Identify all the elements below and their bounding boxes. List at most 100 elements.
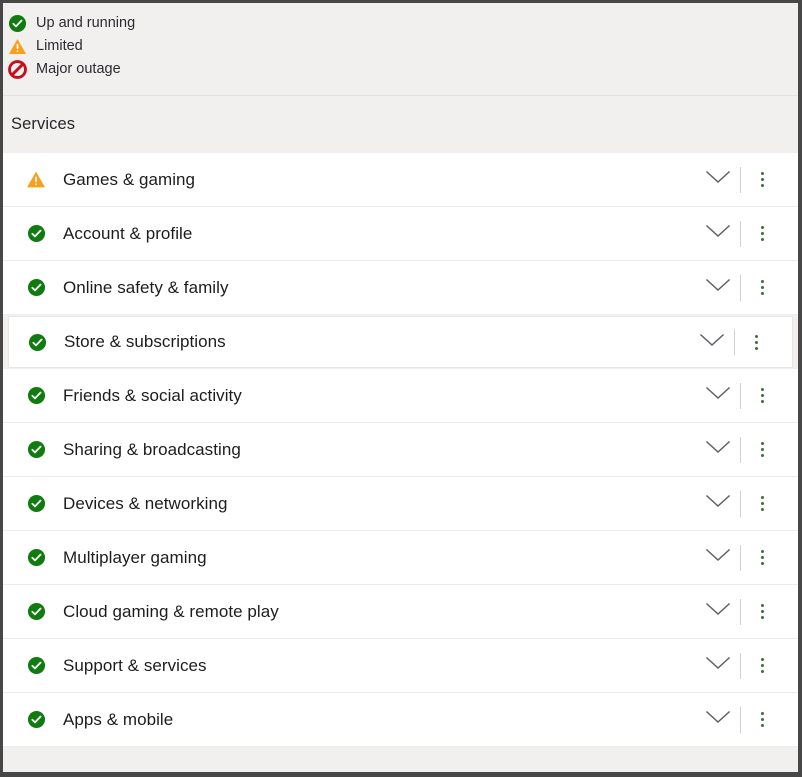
legend-item: Up and running [3,12,798,35]
row-overflow-menu-button[interactable] [741,531,784,584]
check-circle-icon [8,14,27,33]
kebab-menu-icon [761,550,764,565]
chevron-down-icon [705,385,731,406]
check-circle-icon [25,223,47,245]
service-row-actions [690,317,792,367]
row-overflow-menu-button[interactable] [741,423,784,476]
check-circle-icon [25,655,47,677]
service-row-actions [696,369,798,422]
service-row-actions [696,477,798,530]
check-circle-icon [25,601,47,623]
service-name-label: Devices & networking [63,493,228,513]
kebab-menu-icon [755,334,758,350]
chevron-down-icon [705,277,731,298]
check-circle-icon [25,547,47,569]
service-row-actions [696,261,798,314]
check-circle-icon [25,277,47,299]
legend-item-label: Limited [36,38,83,55]
service-row[interactable]: Apps & mobile [3,693,798,747]
warning-triangle-icon [25,169,47,191]
expand-row-button[interactable] [696,477,740,530]
expand-row-button[interactable] [696,423,740,476]
service-row[interactable]: Cloud gaming & remote play [3,585,798,639]
legend-item-label: Major outage [36,61,121,78]
service-row[interactable]: Online safety & family [3,261,798,315]
chevron-down-icon [705,439,731,460]
expand-row-button[interactable] [696,369,740,422]
expand-row-button[interactable] [696,693,740,746]
service-row[interactable]: Multiplayer gaming [3,531,798,585]
chevron-down-icon [705,547,731,568]
row-overflow-menu-button[interactable] [741,369,784,422]
row-overflow-menu-button[interactable] [741,261,784,314]
chevron-down-icon [705,655,731,676]
service-name-label: Sharing & broadcasting [63,439,241,459]
kebab-menu-icon [761,496,764,511]
expand-row-button[interactable] [696,261,740,314]
service-row[interactable]: Support & services [3,639,798,693]
expand-row-button[interactable] [696,639,740,692]
row-overflow-menu-button[interactable] [735,317,778,367]
legend-item: Major outage [3,58,798,81]
service-row[interactable]: Store & subscriptions [8,316,793,368]
check-circle-icon [26,331,48,353]
row-overflow-menu-button[interactable] [741,639,784,692]
service-name-label: Apps & mobile [63,709,174,729]
service-name-label: Online safety & family [63,277,229,297]
kebab-menu-icon [761,658,764,673]
prohibition-icon [8,60,27,79]
page-title: Services [11,115,76,133]
chevron-down-icon [705,493,731,514]
service-row-actions [696,531,798,584]
services-section-header: Services [3,96,798,153]
kebab-menu-icon [761,604,764,619]
warning-triangle-icon [8,37,27,56]
check-circle-icon [25,385,47,407]
legend-item-label: Up and running [36,15,136,32]
service-name-label: Games & gaming [63,169,196,189]
expand-row-button[interactable] [696,585,740,638]
services-list: Games & gaming Account & profile Online sa… [3,153,798,747]
service-row-actions [696,693,798,746]
service-name-label: Store & subscriptions [64,332,226,351]
check-circle-icon [25,439,47,461]
kebab-menu-icon [761,712,764,727]
row-overflow-menu-button[interactable] [741,153,784,206]
service-row-actions [696,153,798,206]
service-row[interactable]: Friends & social activity [3,369,798,423]
check-circle-icon [25,493,47,515]
expand-row-button[interactable] [696,153,740,206]
expand-row-button[interactable] [696,207,740,260]
service-row-actions [696,639,798,692]
check-circle-icon [25,709,47,731]
kebab-menu-icon [761,172,764,187]
status-legend: Up and running Limited Major outage [3,3,798,96]
chevron-down-icon [705,223,731,244]
service-name-label: Friends & social activity [63,385,242,405]
expand-row-button[interactable] [690,317,734,367]
kebab-menu-icon [761,280,764,295]
chevron-down-icon [699,332,725,353]
row-overflow-menu-button[interactable] [741,477,784,530]
service-row[interactable]: Devices & networking [3,477,798,531]
status-page-frame: Up and running Limited Major outage Servic… [0,0,802,777]
service-row[interactable]: Games & gaming [3,153,798,207]
service-name-label: Account & profile [63,223,193,243]
kebab-menu-icon [761,388,764,403]
row-overflow-menu-button[interactable] [741,207,784,260]
service-name-label: Cloud gaming & remote play [63,601,279,621]
service-row-actions [696,207,798,260]
chevron-down-icon [705,169,731,190]
service-row[interactable]: Account & profile [3,207,798,261]
service-name-label: Multiplayer gaming [63,547,207,567]
kebab-menu-icon [761,226,764,241]
service-row-actions [696,423,798,476]
legend-item: Limited [3,35,798,58]
row-overflow-menu-button[interactable] [741,693,784,746]
chevron-down-icon [705,709,731,730]
expand-row-button[interactable] [696,531,740,584]
service-row-actions [696,585,798,638]
row-overflow-menu-button[interactable] [741,585,784,638]
kebab-menu-icon [761,442,764,457]
service-row[interactable]: Sharing & broadcasting [3,423,798,477]
